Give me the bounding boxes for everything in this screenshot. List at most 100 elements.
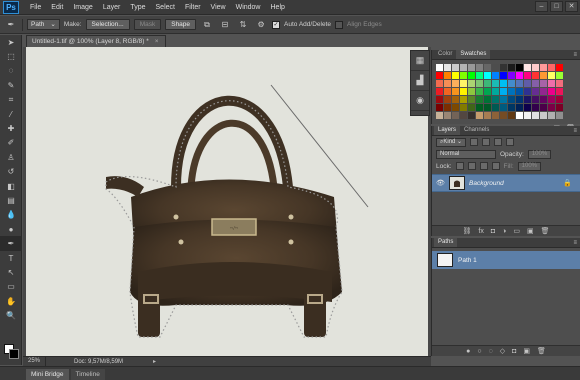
path-row[interactable]: Path 1 [432,251,580,269]
menu-layer[interactable]: Layer [98,0,126,15]
color-swatch[interactable] [452,72,459,79]
lasso-tool-icon[interactable]: ◌ [0,64,22,78]
background-color-swatch[interactable] [9,349,19,359]
color-swatch[interactable] [516,80,523,87]
color-swatch[interactable] [484,80,491,87]
color-swatch[interactable] [452,104,459,111]
adjustment-layer-icon[interactable]: ◑ [502,228,506,235]
color-swatch[interactable] [468,104,475,111]
color-swatch[interactable] [516,104,523,111]
color-swatch[interactable] [524,64,531,71]
color-swatch[interactable] [540,80,547,87]
history-brush-tool-icon[interactable]: ↺ [0,165,22,179]
color-swatch[interactable] [508,104,515,111]
color-swatch[interactable] [540,72,547,79]
color-swatch[interactable] [548,88,555,95]
swatch-panel-icon[interactable]: ▦ [411,51,429,71]
filter-pixel-icon[interactable] [470,138,479,146]
new-group-icon[interactable]: ▭ [513,227,520,235]
color-swatch[interactable] [556,64,563,71]
auto-add-delete-checkbox[interactable]: ✓ [272,20,281,29]
stroke-path-icon[interactable]: ○ [477,348,481,355]
quick-selection-tool-icon[interactable]: ✎ [0,78,22,92]
color-swatch[interactable] [436,80,443,87]
color-swatch[interactable] [508,72,515,79]
color-swatch[interactable] [468,80,475,87]
color-swatch[interactable] [436,72,443,79]
color-swatch[interactable] [476,112,483,119]
color-swatch[interactable] [556,112,563,119]
color-swatch[interactable] [516,88,523,95]
color-swatch[interactable] [436,88,443,95]
color-swatch[interactable] [548,72,555,79]
fill-path-icon[interactable]: ● [466,348,470,355]
dodge-tool-icon[interactable]: ● [0,222,22,236]
color-swatch[interactable] [460,80,467,87]
color-swatch[interactable] [500,96,507,103]
lock-position-icon[interactable] [479,162,488,170]
layer-style-icon[interactable]: fx [478,228,483,235]
new-path-icon[interactable]: ▣ [523,347,530,355]
color-swatch[interactable] [500,80,507,87]
opacity-input[interactable]: 100% [527,149,552,159]
histogram-icon[interactable]: ▟ [411,71,429,91]
filter-kind-select[interactable]: ⌕ Kind ⌄ [436,137,467,147]
color-swatch[interactable] [524,96,531,103]
filter-adjustment-icon[interactable] [482,138,491,146]
color-swatch[interactable] [540,104,547,111]
menu-window[interactable]: Window [231,0,266,15]
zoom-level[interactable]: 25% [23,357,47,366]
document-canvas[interactable]: ~/~ [26,47,428,356]
color-swatch[interactable] [484,112,491,119]
brush-tool-icon[interactable]: ✐ [0,136,22,150]
color-swatch[interactable] [516,96,523,103]
color-swatch[interactable] [508,88,515,95]
crop-tool-icon[interactable]: ⌗ [0,93,22,107]
color-swatch[interactable] [460,112,467,119]
hand-tool-icon[interactable]: ✋ [0,294,22,308]
color-swatch[interactable] [476,104,483,111]
make-shape-button[interactable]: Shape [165,19,197,30]
color-swatch[interactable] [444,80,451,87]
color-swatch[interactable] [556,72,563,79]
color-swatch[interactable] [500,112,507,119]
lock-all-icon[interactable] [491,162,500,170]
color-swatch[interactable] [452,112,459,119]
gear-icon[interactable]: ⚙ [254,19,268,31]
menu-filter[interactable]: Filter [180,0,206,15]
color-swatch[interactable] [492,96,499,103]
color-swatch[interactable] [524,104,531,111]
color-swatch[interactable] [444,64,451,71]
move-tool-icon[interactable]: ➤ [0,35,22,49]
chevron-right-icon[interactable]: ▸ [151,358,156,365]
panel-menu-icon[interactable]: ≡ [573,127,577,135]
color-swatch[interactable] [508,96,515,103]
color-swatch[interactable] [516,64,523,71]
new-layer-icon[interactable]: ▣ [527,227,534,235]
color-swatch[interactable] [548,64,555,71]
color-swatch[interactable] [500,88,507,95]
color-swatch[interactable] [524,88,531,95]
zoom-tool-icon[interactable]: 🔍 [0,308,22,322]
color-swatch[interactable] [484,96,491,103]
color-swatch[interactable] [444,112,451,119]
menu-help[interactable]: Help [266,0,290,15]
layer-row[interactable]: 👁 Background 🔒 [432,174,580,192]
color-swatch[interactable] [532,72,539,79]
load-selection-icon[interactable]: ◌ [489,348,493,355]
color-swatch[interactable] [436,64,443,71]
color-swatch[interactable] [556,104,563,111]
color-swatch[interactable] [476,80,483,87]
add-mask-icon[interactable]: ◘ [491,228,495,235]
color-swatch[interactable] [492,80,499,87]
menu-image[interactable]: Image [68,0,97,15]
color-swatch[interactable] [532,104,539,111]
color-swatch[interactable] [468,88,475,95]
maximize-button[interactable]: □ [550,1,563,12]
color-swatch[interactable] [436,112,443,119]
color-swatch[interactable] [532,96,539,103]
color-swatch[interactable] [460,96,467,103]
color-swatch[interactable] [540,112,547,119]
color-swatch[interactable] [548,80,555,87]
eyedropper-tool-icon[interactable]: ⁄ [0,107,22,121]
